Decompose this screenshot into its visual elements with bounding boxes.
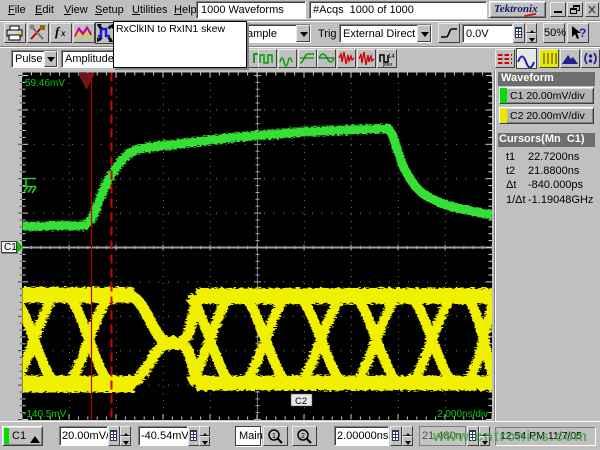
svg-text:C2: C2 bbox=[295, 396, 307, 407]
svg-text:?: ? bbox=[579, 26, 586, 40]
svg-text:14: 14 bbox=[388, 54, 395, 60]
svg-text:1: 1 bbox=[272, 433, 276, 440]
svg-text:59.46mV: 59.46mV bbox=[25, 78, 65, 89]
svg-text:jitter: jitter bbox=[382, 62, 393, 67]
svg-text:-140.5mV: -140.5mV bbox=[23, 409, 67, 420]
svg-text:2: 2 bbox=[301, 433, 305, 440]
svg-text:2.000ns/div: 2.000ns/div bbox=[437, 409, 488, 420]
